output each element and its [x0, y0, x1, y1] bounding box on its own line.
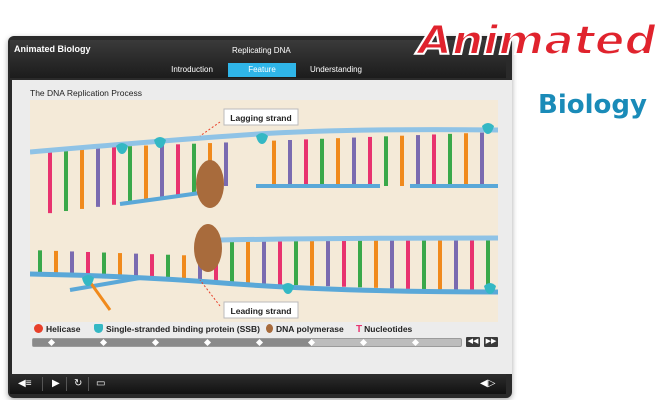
app-title: Animated Biology [14, 44, 91, 54]
dna-replication-illustration: Lagging strand Leading strand [29, 108, 499, 319]
legend-helicase: Helicase [34, 324, 81, 334]
leading-tail [69, 276, 141, 292]
legend-ssb-label: Single-stranded binding protein (SSB) [106, 324, 260, 334]
tab-understanding[interactable]: Understanding [298, 63, 374, 77]
animation-stage: Lagging strand Leading strand [29, 100, 499, 322]
tab-introduction[interactable]: Introduction [158, 63, 226, 77]
play-icon[interactable]: ▶ [52, 378, 60, 390]
captions-icon[interactable]: ▭ [96, 378, 105, 390]
lagging-strand-label: Lagging strand [230, 113, 291, 123]
timeline-marker[interactable] [359, 338, 368, 347]
nucleotide-rungs [38, 132, 490, 292]
leading-strand-label: Leading strand [231, 306, 292, 316]
legend-nucleotides-label: Nucleotides [364, 324, 413, 334]
brand-biology-text: Biology [538, 90, 647, 120]
dna-polymerase-bottom [194, 224, 222, 272]
tab-feature[interactable]: Feature [228, 63, 296, 77]
audio-toggle-icon[interactable]: ◀︎≡ [18, 378, 32, 390]
control-bar [10, 374, 506, 394]
fast-forward-icon[interactable]: ▶▶ [484, 337, 498, 347]
timeline-progress [33, 339, 312, 346]
bottom-upper-backbone [219, 235, 499, 243]
helicase-icon [34, 324, 43, 333]
brand-animated-text: Animated [415, 18, 657, 64]
dna-polymerase-top [196, 160, 224, 208]
legend-nucleotides: T Nucleotides [356, 324, 412, 335]
legend-helicase-label: Helicase [46, 324, 81, 334]
polymerase-icon [266, 324, 273, 333]
rewind-icon[interactable]: ◀◀ [466, 337, 480, 347]
replay-icon[interactable]: ↻ [74, 378, 82, 390]
nucleotide-icon: T [356, 324, 363, 335]
legend-polymerase-label: DNA polymerase [276, 324, 344, 334]
lesson-title: Replicating DNA [232, 46, 291, 55]
legend-polymerase: DNA polymerase [266, 324, 344, 334]
timeline-marker[interactable] [411, 338, 420, 347]
timeline-scrubber[interactable] [32, 338, 462, 347]
animated-logo: Animated [414, 17, 658, 65]
legend-ssb: Single-stranded binding protein (SSB) [94, 324, 260, 334]
ssb-icon [94, 324, 103, 333]
divider [66, 377, 67, 391]
volume-icon[interactable]: ◀︎▷ [480, 378, 495, 390]
divider [88, 377, 89, 391]
page-title: The DNA Replication Process [30, 88, 142, 98]
divider [42, 377, 43, 391]
